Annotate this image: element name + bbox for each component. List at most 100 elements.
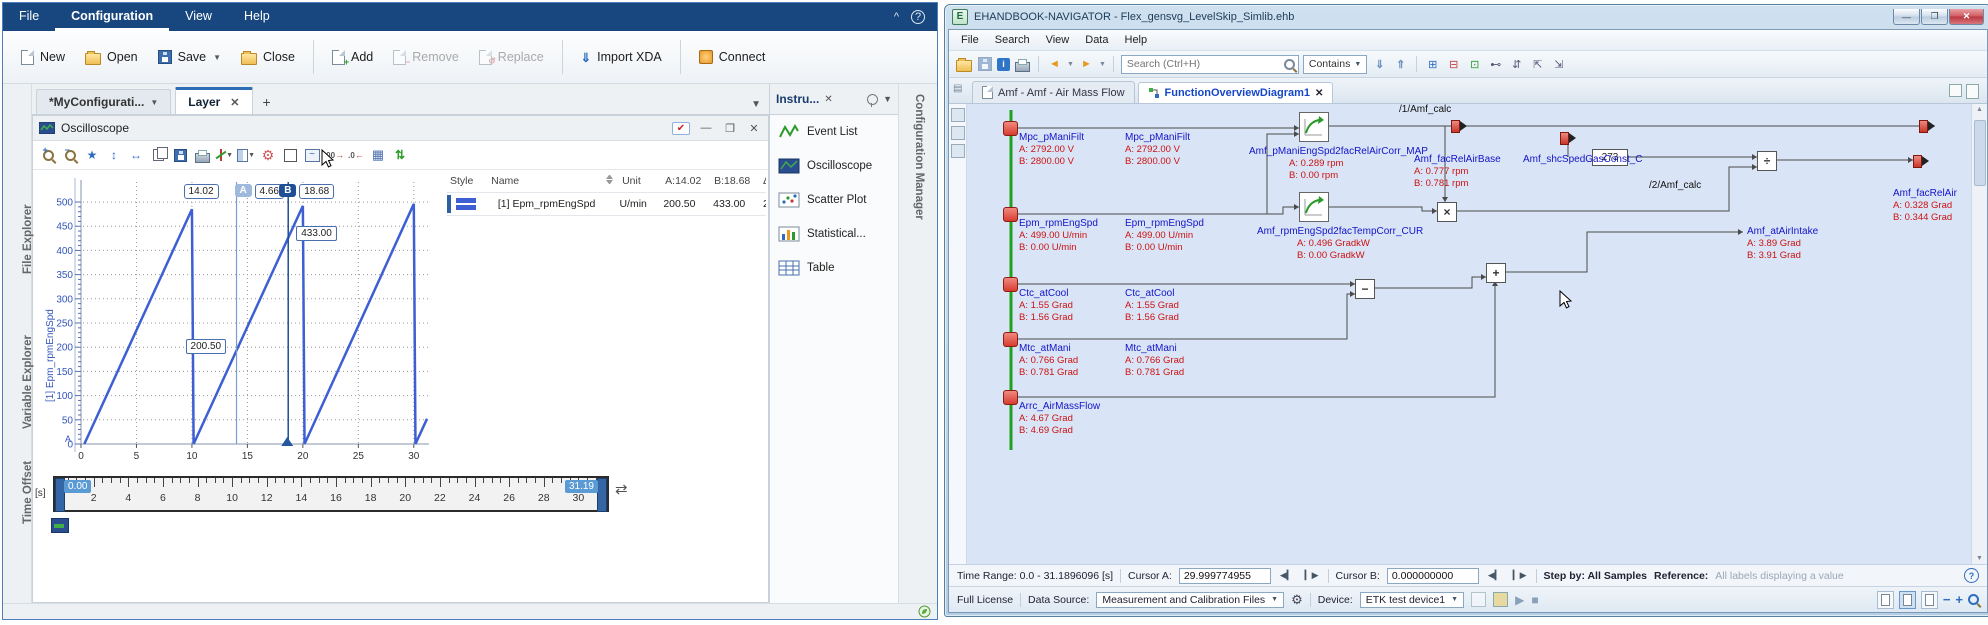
save-image-icon[interactable] xyxy=(171,146,189,164)
tab-myconfiguration[interactable]: *MyConfigurati... ▼ xyxy=(36,89,172,114)
diagram-signal-label[interactable]: Amf_atAirIntake A: 3.89 Grad B: 3.91 Grad xyxy=(1747,226,1818,262)
table-export-icon[interactable]: ▦ xyxy=(369,146,387,164)
signal-name[interactable]: Amf_facRelAir xyxy=(1893,188,1957,200)
sort-icon[interactable] xyxy=(606,175,613,184)
float-panel-icon[interactable]: ❐ xyxy=(722,122,738,135)
zoom-out-icon[interactable]: − xyxy=(1943,592,1951,607)
slider-scroll-arrows-icon[interactable]: ⇄ xyxy=(615,480,628,498)
sidebar-icon[interactable] xyxy=(950,108,965,122)
multiply-operator[interactable]: × xyxy=(1437,202,1457,222)
tab-layer[interactable]: Layer ✕ xyxy=(175,87,253,114)
diagram-signal-label[interactable]: Amf_rpmEngSpd2facTempCorr_CUR A: 0.496 Gr… xyxy=(1257,226,1423,262)
menu-data[interactable]: Data xyxy=(1077,32,1116,48)
menu-configuration[interactable]: Configuration xyxy=(55,3,170,31)
diagram-signal-label[interactable]: Mtc_atMani A: 0.766 Grad B: 0.781 Grad xyxy=(1125,343,1184,379)
decrease-decimals-icon[interactable]: .0← xyxy=(347,146,365,164)
settings-gear-icon[interactable]: ⚙ xyxy=(259,146,277,164)
signal-name[interactable]: Arrc_AirMassFlow xyxy=(1019,401,1100,413)
menu-help[interactable]: Help xyxy=(1117,32,1156,48)
signal-name[interactable]: Amf_shcSpedGasConst_C xyxy=(1523,154,1643,166)
validate-icon[interactable]: ✔ xyxy=(672,121,690,135)
slider-end-handle[interactable] xyxy=(597,478,607,512)
tab-air-mass-flow[interactable]: Amf - Amf - Air Mass Flow xyxy=(972,81,1135,103)
forward-icon[interactable]: ► xyxy=(1078,56,1095,73)
fit-horizontal-icon[interactable]: ↔ xyxy=(127,146,145,164)
print-icon[interactable] xyxy=(193,146,211,164)
instrument-table[interactable]: Table xyxy=(770,251,898,285)
cursor-a-time-chip[interactable]: 14.02 xyxy=(183,184,219,199)
curve-lookup-block[interactable] xyxy=(1299,192,1329,222)
legend-header-unit[interactable]: Unit xyxy=(619,175,662,187)
output-port-icon[interactable] xyxy=(1919,120,1935,133)
sidebar-icon[interactable] xyxy=(950,144,965,158)
legend-header-cursor-a[interactable]: A:14.02 xyxy=(662,175,711,187)
cursor-b-chip[interactable]: B xyxy=(279,184,297,197)
new-tab-button[interactable]: + xyxy=(253,90,281,114)
time-range-slider[interactable]: 2 4 6 8 10 12 14 16 18 20 22 24 26 28 30 0.00 31.19 xyxy=(53,476,609,512)
cursor-b-input[interactable]: 0.000000000 xyxy=(1386,567,1479,584)
diagram-signal-label[interactable]: Amf_pManiEngSpd2facRelAirCorr_MAP A: 0.28… xyxy=(1249,146,1428,182)
zoom-fit-icon[interactable]: ★ xyxy=(83,146,101,164)
diagram-signal-label[interactable]: Mpc_pManiFilt A: 2792.00 V B: 2800.00 V xyxy=(1019,132,1084,168)
replace-button[interactable]: ↺ Replace xyxy=(469,42,554,73)
chevron-down-icon[interactable]: ▼ xyxy=(883,94,892,104)
diagram-tool-icon[interactable]: ⊞ xyxy=(1424,56,1441,73)
instruments-close-icon[interactable]: ✕ xyxy=(824,94,832,105)
signal-name[interactable]: Mtc_atMani xyxy=(1125,343,1184,355)
cursor-b-time-chip[interactable]: 18.68 xyxy=(299,184,335,199)
menu-file[interactable]: File xyxy=(3,3,55,31)
signal-name[interactable]: Amf_pManiEngSpd2facRelAirCorr_MAP xyxy=(1249,146,1428,158)
output-port-icon[interactable] xyxy=(1913,155,1929,168)
menu-search[interactable]: Search xyxy=(987,32,1038,48)
cursor-a-input[interactable]: 29.999774955 xyxy=(1178,567,1271,584)
play-measurement-icon[interactable]: ▶ xyxy=(1515,593,1524,607)
divide-operator[interactable]: ÷ xyxy=(1757,151,1777,171)
cursor-b-step-forward-icon[interactable]: ▎▶ xyxy=(1511,570,1529,581)
add-operator[interactable]: + xyxy=(1486,263,1506,283)
cursor-a-value-box[interactable]: 200.50 xyxy=(185,338,227,354)
search-input[interactable] xyxy=(1124,57,1284,71)
pin-icon[interactable] xyxy=(867,93,879,107)
device-config-icon[interactable] xyxy=(1493,592,1509,607)
print-icon[interactable] xyxy=(1014,56,1031,73)
subtract-operator[interactable]: − xyxy=(1355,279,1375,299)
tab-list-icon[interactable]: ▤ xyxy=(953,83,967,101)
sidebar-tab-configuration-manager[interactable]: Configuration Manager xyxy=(913,94,925,220)
legend-header-delta[interactable]: Δ4.66 xyxy=(760,175,766,187)
signal-style-icon[interactable]: ▼ xyxy=(215,146,233,164)
zoom-in-icon[interactable]: + xyxy=(1955,592,1963,607)
diagram-signal-label[interactable]: Ctc_atCool A: 1.55 Grad B: 1.56 Grad xyxy=(1019,288,1073,324)
cursor-b-value-box[interactable]: 433.00 xyxy=(296,226,337,242)
instrument-scatter-plot[interactable]: Scatter Plot xyxy=(770,183,898,217)
single-page-view-icon[interactable] xyxy=(1876,590,1894,609)
restore-button[interactable]: ❐ xyxy=(1921,9,1948,25)
signal-style-swatch[interactable] xyxy=(455,198,476,210)
output-port-icon[interactable] xyxy=(1451,120,1467,133)
scrollbar-thumb[interactable] xyxy=(1974,120,1986,186)
new-button[interactable]: New xyxy=(11,42,75,73)
diagram-tool-icon[interactable]: ⊷ xyxy=(1487,56,1504,73)
legend-row[interactable]: [1] Epm_rpmEngSpd U/min 200.50 433.00 23… xyxy=(447,193,766,216)
diagram-tool-icon[interactable]: ⊡ xyxy=(1466,56,1483,73)
cursor-b-step-back-icon[interactable]: ◀▎ xyxy=(1486,570,1504,581)
function-overview-canvas[interactable]: × − + ÷ 273 Mpc_pManiFilt A: 2792.00 V B: 2800.… xyxy=(967,104,1971,564)
cursor-a-step-forward-icon[interactable]: ▎▶ xyxy=(1303,570,1321,581)
search-icon[interactable] xyxy=(1283,58,1295,70)
input-port-icon[interactable] xyxy=(1003,121,1018,136)
diagram-tool-icon[interactable]: ⇵ xyxy=(1508,56,1525,73)
signal-name[interactable]: Epm_rpmEngSpd xyxy=(1125,218,1204,230)
zoom-search-icon[interactable] xyxy=(1968,594,1979,605)
map-lookup-block[interactable] xyxy=(1299,112,1329,142)
menu-help[interactable]: Help xyxy=(228,3,286,31)
save-button[interactable]: Save ▼ xyxy=(148,42,231,72)
zoom-in-icon[interactable]: + xyxy=(39,145,57,164)
signal-name[interactable]: Amf_atAirIntake xyxy=(1747,226,1818,238)
back-icon[interactable]: ◄ xyxy=(1046,56,1063,73)
import-xda-button[interactable]: ⇓ Import XDA xyxy=(571,42,672,73)
minimize-button[interactable]: — xyxy=(1893,9,1920,25)
connect-button[interactable]: Connect xyxy=(689,42,776,72)
fit-vertical-icon[interactable]: ↕ xyxy=(105,146,123,164)
diagram-signal-label[interactable]: Ctc_atCool A: 1.55 Grad B: 1.56 Grad xyxy=(1125,288,1179,324)
diagram-signal-label[interactable]: Amf_facRelAir A: 0.328 Grad B: 0.344 Grad xyxy=(1893,188,1957,224)
copy-icon[interactable] xyxy=(149,146,168,164)
